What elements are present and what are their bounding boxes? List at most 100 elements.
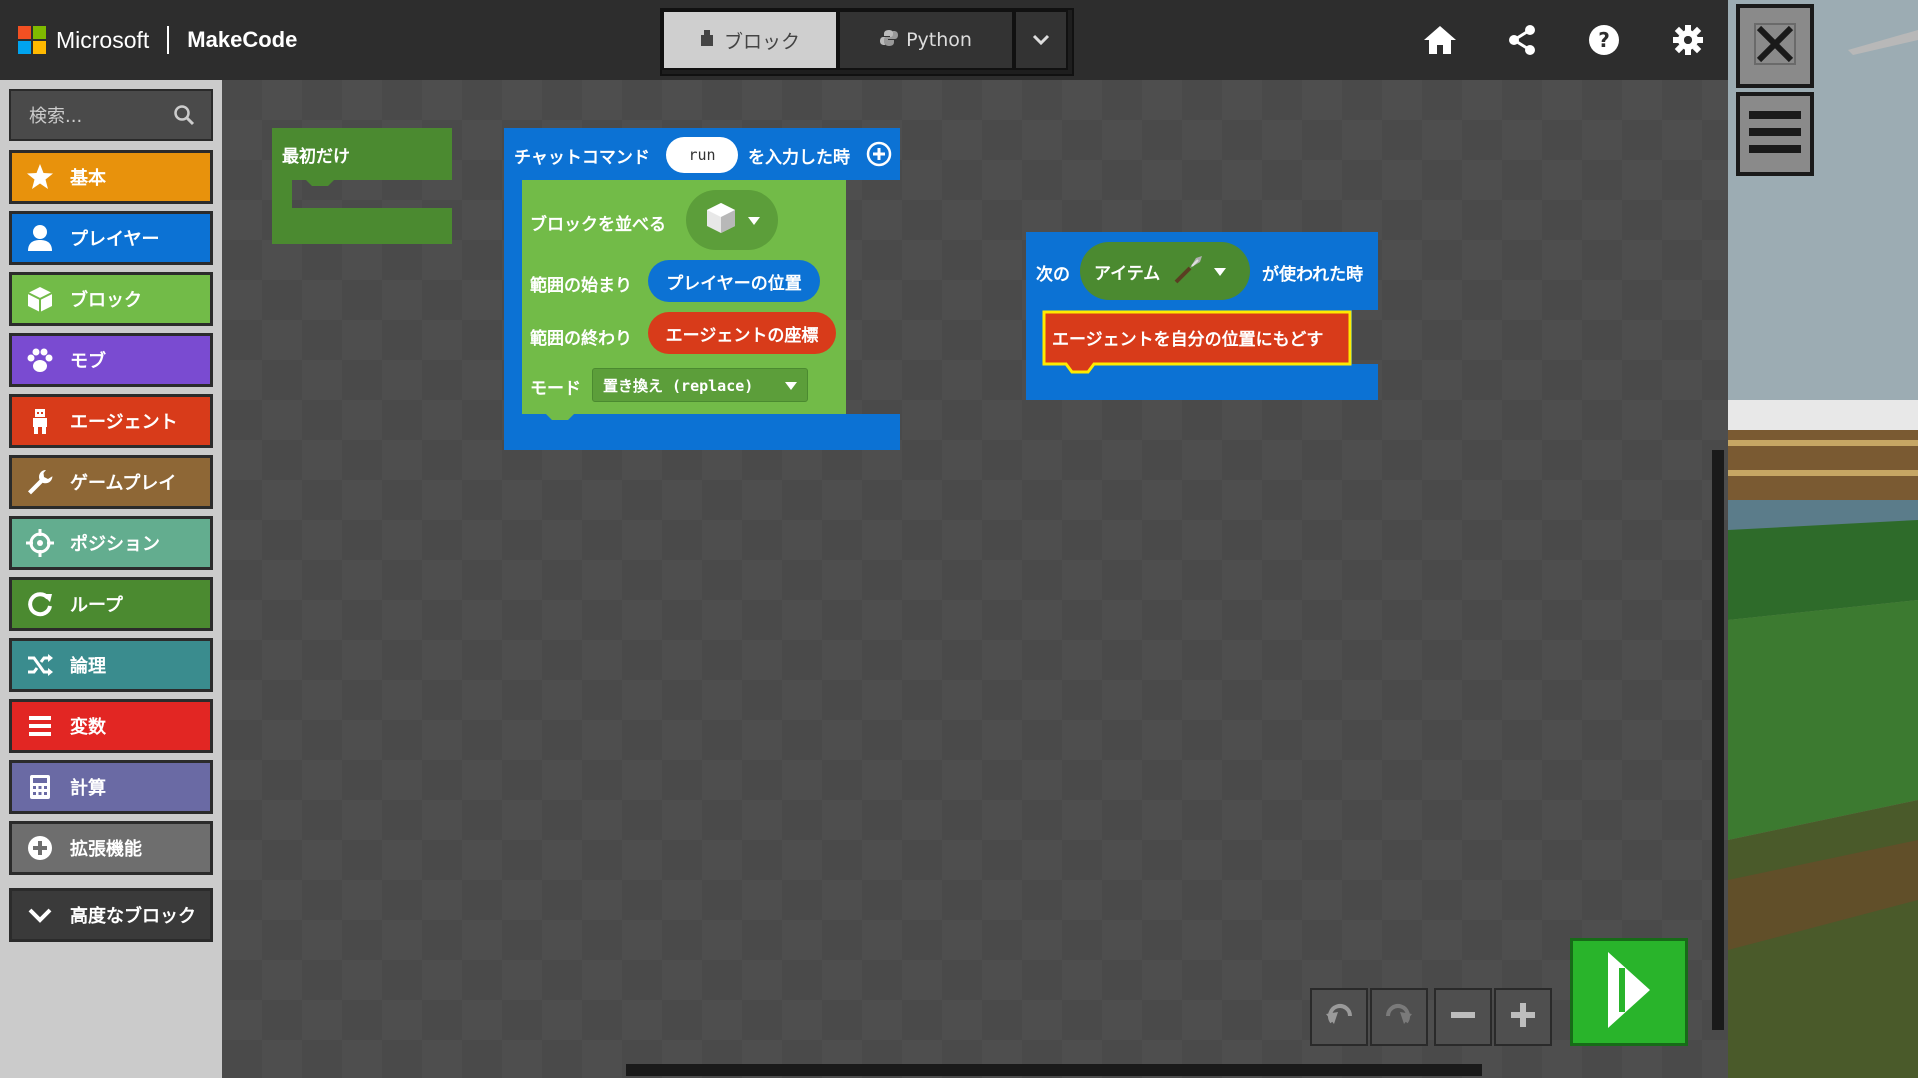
help-icon[interactable]: ? bbox=[1582, 18, 1626, 62]
plus-icon bbox=[1509, 1001, 1537, 1033]
category-label: 計算 bbox=[70, 778, 106, 799]
brand[interactable]: Microsoft MakeCode bbox=[18, 24, 297, 56]
search-placeholder: 検索... bbox=[29, 106, 83, 127]
plus-circle-icon bbox=[24, 832, 56, 864]
list-icon bbox=[24, 710, 56, 742]
command-text: run bbox=[688, 146, 716, 164]
brand-makecode: MakeCode bbox=[187, 27, 298, 52]
redo-icon bbox=[1384, 1002, 1414, 1032]
brand-divider bbox=[167, 26, 170, 54]
block-type-dropdown[interactable] bbox=[686, 190, 778, 250]
settings-icon[interactable] bbox=[1666, 18, 1710, 62]
undo-icon bbox=[1324, 1002, 1354, 1032]
advanced-blocks-label: 高度なブロック bbox=[70, 906, 196, 927]
star-icon bbox=[24, 161, 56, 193]
top-bar: Microsoft MakeCode ブロック Python ? bbox=[0, 0, 1918, 80]
agent-icon bbox=[24, 405, 56, 437]
player-position-reporter[interactable]: プレイヤーの位置 bbox=[648, 260, 820, 302]
agent-teleport-label: エージェントを自分の位置にもどす bbox=[1052, 330, 1324, 350]
category-mobs[interactable]: モブ bbox=[9, 333, 213, 387]
category-label: エージェント bbox=[70, 412, 178, 433]
search-input[interactable]: 検索... bbox=[9, 89, 213, 141]
brand-microsoft: Microsoft bbox=[56, 26, 150, 53]
workspace-horizontal-scrollbar[interactable] bbox=[626, 1064, 1482, 1076]
undo-button[interactable] bbox=[1310, 988, 1368, 1046]
person-icon bbox=[24, 222, 56, 254]
add-parameter-icon[interactable] bbox=[866, 141, 892, 167]
dropdown-arrow-icon bbox=[785, 376, 797, 394]
category-label: ブロック bbox=[70, 290, 142, 311]
zoom-in-button[interactable] bbox=[1494, 988, 1552, 1046]
chat-command-prefix: チャットコマンド bbox=[514, 148, 650, 168]
home-icon[interactable] bbox=[1418, 18, 1462, 62]
item-used-prefix: 次の bbox=[1036, 265, 1070, 285]
microsoft-logo bbox=[18, 26, 46, 54]
blocks-mode-button[interactable]: ブロック bbox=[662, 10, 838, 70]
on-start-block[interactable]: 最初だけ bbox=[272, 128, 452, 244]
minecraft-menu-button[interactable] bbox=[1736, 92, 1814, 176]
paw-icon bbox=[24, 344, 56, 376]
calculator-icon bbox=[24, 771, 56, 803]
blocks-mode-label: ブロック bbox=[723, 30, 800, 53]
hamburger-menu-icon bbox=[1749, 107, 1801, 161]
minecraft-close-button[interactable] bbox=[1736, 4, 1814, 88]
agent-position-reporter[interactable]: エージェントの座標 bbox=[648, 312, 836, 354]
category-label: モブ bbox=[70, 351, 106, 372]
category-logic[interactable]: 論理 bbox=[9, 638, 213, 692]
category-basic[interactable]: 基本 bbox=[9, 150, 213, 204]
category-positions[interactable]: ポジション bbox=[9, 516, 213, 570]
search-icon[interactable] bbox=[173, 104, 195, 131]
category-player[interactable]: プレイヤー bbox=[9, 211, 213, 265]
advanced-blocks-toggle[interactable]: 高度なブロック bbox=[9, 888, 213, 942]
fill-blocks-label: ブロックを並べる bbox=[530, 215, 666, 235]
chevron-down-icon bbox=[24, 899, 56, 931]
svg-text:?: ? bbox=[1598, 28, 1610, 52]
share-icon[interactable] bbox=[1500, 18, 1544, 62]
shuffle-icon bbox=[24, 649, 56, 681]
chat-command-block[interactable]: チャットコマンド run を入力した時 ブロックを並べる 範囲の始まり プレイヤ… bbox=[504, 128, 900, 450]
python-mode-label: Python bbox=[906, 29, 972, 51]
zoom-out-button[interactable] bbox=[1434, 988, 1492, 1046]
agent-teleport-block[interactable]: エージェントを自分の位置にもどす bbox=[1042, 310, 1368, 374]
category-label: 論理 bbox=[70, 656, 106, 677]
dropdown-arrow-icon bbox=[1214, 261, 1227, 281]
shovel-icon bbox=[1172, 252, 1206, 291]
agent-position-text: エージェントの座標 bbox=[665, 325, 819, 346]
range-from-label: 範囲の始まり bbox=[530, 276, 632, 296]
category-label: ループ bbox=[70, 595, 123, 616]
category-loops[interactable]: ループ bbox=[9, 577, 213, 631]
category-label: ゲームプレイ bbox=[70, 473, 177, 494]
close-icon bbox=[1753, 22, 1797, 70]
toolbox-sidebar: 検索... 基本 プレイヤー ブロック モブ エージェント ゲームプレイ ポジシ… bbox=[0, 80, 222, 1078]
item-dropdown[interactable]: アイテム bbox=[1080, 242, 1250, 300]
category-gameplay[interactable]: ゲームプレイ bbox=[9, 455, 213, 509]
category-label: ポジション bbox=[70, 534, 160, 555]
player-position-text: プレイヤーの位置 bbox=[666, 273, 802, 294]
category-blocks[interactable]: ブロック bbox=[9, 272, 213, 326]
category-label: 拡張機能 bbox=[70, 839, 142, 860]
workspace-vertical-scrollbar[interactable] bbox=[1712, 450, 1724, 1030]
category-variables[interactable]: 変数 bbox=[9, 699, 213, 753]
python-icon bbox=[880, 29, 899, 52]
crosshair-icon bbox=[24, 527, 56, 559]
mode-label: モード bbox=[530, 379, 581, 399]
category-label: プレイヤー bbox=[70, 229, 160, 250]
redo-button[interactable] bbox=[1370, 988, 1428, 1046]
on-start-label: 最初だけ bbox=[282, 147, 350, 167]
category-math[interactable]: 計算 bbox=[9, 760, 213, 814]
fill-mode-value: 置き換え (replace) bbox=[603, 376, 754, 395]
category-extensions[interactable]: 拡張機能 bbox=[9, 821, 213, 875]
item-used-block[interactable]: 次の アイテム が使われた時 エージェントを自分の位置にもどす bbox=[1026, 232, 1378, 400]
python-mode-button[interactable]: Python bbox=[838, 10, 1014, 70]
mode-dropdown-button[interactable] bbox=[1014, 10, 1068, 70]
run-button[interactable] bbox=[1570, 938, 1688, 1046]
command-text-input[interactable]: run bbox=[666, 137, 738, 173]
fill-mode-dropdown[interactable]: 置き換え (replace) bbox=[592, 368, 808, 402]
chat-command-suffix: を入力した時 bbox=[748, 148, 850, 168]
category-agent[interactable]: エージェント bbox=[9, 394, 213, 448]
editor-mode-toggle: ブロック Python bbox=[660, 8, 1074, 76]
minus-icon bbox=[1449, 1001, 1477, 1033]
item-used-suffix: が使われた時 bbox=[1262, 265, 1364, 285]
puzzle-icon bbox=[700, 29, 714, 52]
category-label: 変数 bbox=[70, 717, 106, 738]
